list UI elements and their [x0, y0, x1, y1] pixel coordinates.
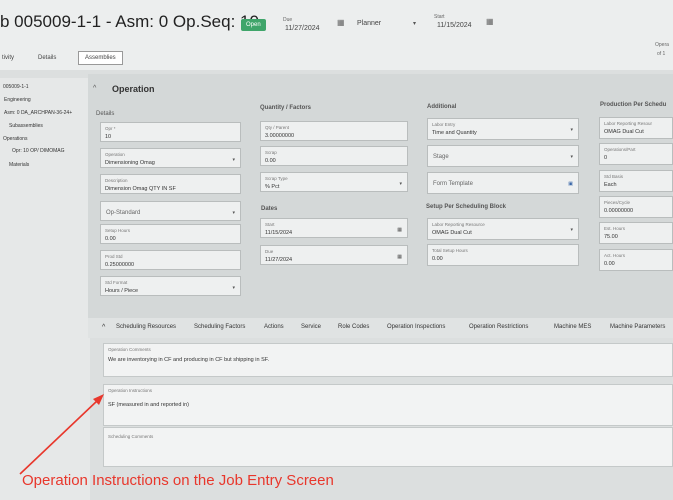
annotation-caption: Operation Instructions on the Job Entry …: [22, 472, 334, 489]
annotation-arrow: [19, 394, 104, 475]
